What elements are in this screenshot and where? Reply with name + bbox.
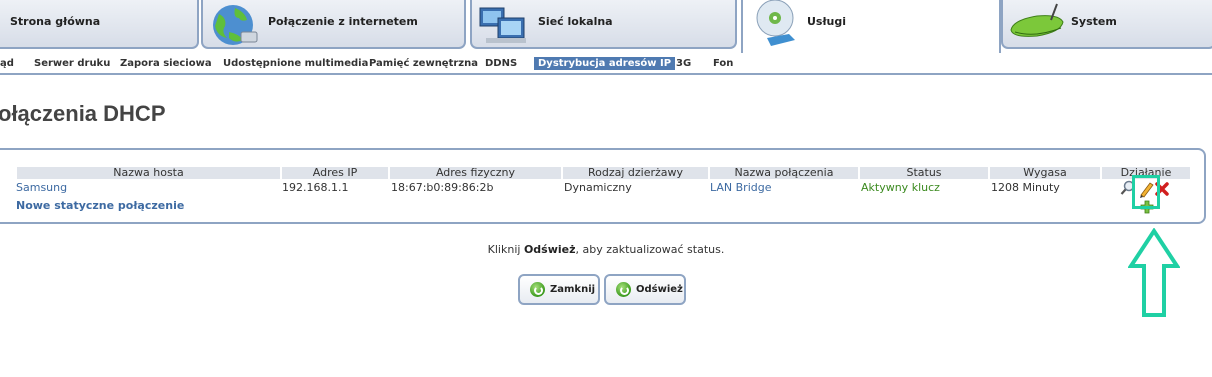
subnav-item-shared-media[interactable]: Udostępnione multimedia <box>223 58 368 69</box>
hint-bold: Odśwież <box>523 243 576 256</box>
connection-name-link[interactable]: LAN Bridge <box>710 181 772 194</box>
close-button[interactable]: Zamknij <box>518 274 600 305</box>
close-button-label: Zamknij <box>550 284 596 295</box>
tab-internet[interactable]: Połączenie z internetem <box>201 0 466 49</box>
tab-home-label: Strona główna <box>10 15 101 28</box>
dhcp-connections-panel: Nazwa hosta Adres IP Adres fizyczny Rodz… <box>0 148 1206 224</box>
subnav-item-3g[interactable]: 3G <box>676 58 691 69</box>
lease-type-cell: Dynamiczny <box>564 181 632 194</box>
expires-cell: 1208 Minuty <box>991 181 1060 194</box>
globe-icon <box>213 5 258 45</box>
close-green-icon <box>530 282 545 297</box>
annotation-highlight-box <box>1132 175 1160 209</box>
column-header-status: Status <box>860 167 988 179</box>
refresh-button-label: Odśwież <box>636 284 683 295</box>
column-header-expires: Wygasa <box>990 167 1100 179</box>
subnav-item-ddns[interactable]: DDNS <box>485 58 517 69</box>
disc-services-icon <box>756 0 795 46</box>
column-header-mac: Adres fizyczny <box>390 167 561 179</box>
subnav-item-ip-distribution[interactable]: Dystrybucja adresów IP <box>534 57 676 70</box>
tab-system[interactable]: System <box>1001 0 1212 49</box>
hint-prefix: Kliknij <box>487 243 524 256</box>
services-subnav: ąd Serwer druku Zapora sieciowa Udostępn… <box>0 56 1212 73</box>
annotation-up-arrow <box>1128 228 1180 317</box>
column-header-lease: Rodzaj dzierżawy <box>563 167 708 179</box>
column-header-ip: Adres IP <box>282 167 388 179</box>
column-header-connection: Nazwa połączenia <box>710 167 858 179</box>
subnav-divider <box>0 73 1212 75</box>
tab-local-network[interactable]: Sieć lokalna <box>470 0 737 49</box>
network-computers-icon <box>479 7 526 43</box>
subnav-item-fon[interactable]: Fon <box>713 58 733 69</box>
tab-home[interactable]: Strona główna <box>0 0 199 49</box>
refresh-green-icon <box>616 282 631 297</box>
ip-address-cell: 192.168.1.1 <box>282 181 349 194</box>
tab-internet-label: Połączenie z internetem <box>268 15 418 28</box>
status-cell: Aktywny klucz <box>861 181 940 194</box>
subnav-item-external-storage[interactable]: Pamięć zewnętrzna <box>369 58 478 69</box>
tab-system-label: System <box>1071 15 1117 28</box>
tab-services-label: Usługi <box>807 15 847 28</box>
refresh-button[interactable]: Odśwież <box>604 274 686 305</box>
subnav-item-partial[interactable]: ąd <box>0 58 14 69</box>
subnav-item-print-server[interactable]: Serwer druku <box>34 58 110 69</box>
mac-address-cell: 18:67:b0:89:86:2b <box>391 181 494 194</box>
subnav-item-firewall[interactable]: Zapora sieciowa <box>120 58 212 69</box>
page-title: ołączenia DHCP <box>0 101 166 126</box>
host-name-link[interactable]: Samsung <box>16 181 67 194</box>
router-icon <box>1010 3 1064 37</box>
new-static-connection-link[interactable]: Nowe statyczne połączenie <box>16 199 184 212</box>
hint-suffix: , aby zaktualizować status. <box>575 243 725 256</box>
refresh-hint: Kliknij Odśwież, aby zaktualizować statu… <box>0 243 1212 256</box>
tab-local-network-label: Sieć lokalna <box>538 15 613 28</box>
column-header-host: Nazwa hosta <box>17 167 280 179</box>
tab-services[interactable]: Usługi <box>741 0 1001 53</box>
